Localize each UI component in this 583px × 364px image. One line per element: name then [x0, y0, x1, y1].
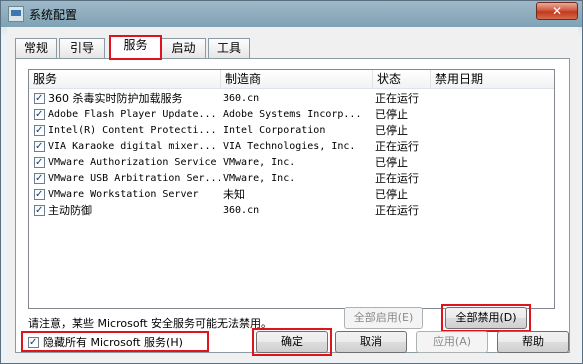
service-name: VMware Authorization Service — [48, 157, 217, 168]
service-name: Intel(R) Content Protecti... — [48, 125, 217, 136]
service-status: 正在运行 — [375, 92, 419, 105]
title-bar[interactable]: 系统配置 ✕ — [1, 1, 582, 27]
close-button[interactable]: ✕ — [536, 2, 578, 20]
tab-general[interactable]: 常规 — [15, 38, 57, 58]
service-checkbox[interactable] — [34, 123, 45, 139]
service-manufacturer: VIA Technologies, Inc. — [223, 141, 356, 152]
table-row[interactable]: 主动防御 360.cn 正在运行 — [29, 203, 554, 219]
service-status: 已停止 — [375, 188, 408, 201]
service-name: 主动防御 — [48, 204, 92, 217]
service-checkbox[interactable] — [34, 203, 45, 219]
help-button[interactable]: 帮助 — [497, 331, 569, 353]
service-checkbox[interactable] — [34, 139, 45, 155]
service-name: 360 杀毒实时防护加载服务 — [48, 92, 183, 105]
tab-services-highlight — [109, 35, 162, 60]
service-status: 已停止 — [375, 156, 408, 169]
table-row[interactable]: VMware USB Arbitration Ser... VMware, In… — [29, 171, 554, 187]
service-manufacturer: Intel Corporation — [223, 125, 326, 136]
table-row[interactable]: VIA Karaoke digital mixer... VIA Technol… — [29, 139, 554, 155]
ok-button-highlight — [252, 328, 332, 356]
table-row[interactable]: Intel(R) Content Protecti... Intel Corpo… — [29, 123, 554, 139]
apply-button[interactable]: 应用(A) — [416, 331, 488, 353]
window-title: 系统配置 — [29, 8, 78, 22]
system-config-icon — [8, 6, 24, 22]
table-row[interactable]: VMware Authorization Service VMware, Inc… — [29, 155, 554, 171]
table-row[interactable]: Adobe Flash Player Update... Adobe Syste… — [29, 107, 554, 123]
service-status: 正在运行 — [375, 140, 419, 153]
service-manufacturer: Adobe Systems Incorp... — [223, 109, 362, 120]
service-name: VMware USB Arbitration Ser... — [48, 173, 220, 184]
service-manufacturer: 360.cn — [223, 93, 260, 104]
enable-all-button[interactable]: 全部启用(E) — [344, 307, 423, 329]
service-status: 已停止 — [375, 124, 408, 137]
service-checkbox[interactable] — [34, 107, 45, 123]
service-status: 正在运行 — [375, 172, 419, 185]
service-status: 已停止 — [375, 108, 408, 121]
service-checkbox[interactable] — [34, 187, 45, 203]
hide-microsoft-highlight — [21, 331, 209, 352]
table-row[interactable]: VMware Workstation Server 未知 已停止 — [29, 187, 554, 203]
cancel-button[interactable]: 取消 — [335, 331, 407, 353]
system-config-window: 系统配置 ✕ 常规 引导 服务 启动 工具 服务 制造商 状态 禁用日期 360… — [0, 0, 583, 364]
service-checkbox[interactable] — [34, 155, 45, 171]
column-header-service[interactable]: 服务 — [29, 70, 221, 89]
service-checkbox[interactable] — [34, 171, 45, 187]
service-status: 正在运行 — [375, 204, 419, 217]
service-name: VMware Workstation Server — [48, 189, 199, 200]
dialog-body: 常规 引导 服务 启动 工具 服务 制造商 状态 禁用日期 360 杀毒实时防护… — [7, 27, 578, 359]
services-list: 服务 制造商 状态 禁用日期 360 杀毒实时防护加载服务 360.cn 正在运… — [28, 69, 555, 309]
service-name: Adobe Flash Player Update... — [48, 109, 217, 120]
column-header-manufacturer[interactable]: 制造商 — [221, 70, 373, 89]
service-checkbox[interactable] — [34, 91, 45, 107]
services-panel: 服务 制造商 状态 禁用日期 360 杀毒实时防护加载服务 360.cn 正在运… — [15, 58, 570, 353]
tab-tools[interactable]: 工具 — [208, 38, 250, 58]
security-note: 请注意，某些 Microsoft 安全服务可能无法禁用。 — [28, 317, 273, 330]
service-name: VIA Karaoke digital mixer... — [48, 141, 217, 152]
table-row[interactable]: 360 杀毒实时防护加载服务 360.cn 正在运行 — [29, 91, 554, 107]
service-manufacturer: VMware, Inc. — [223, 173, 296, 184]
service-manufacturer: VMware, Inc. — [223, 157, 296, 168]
column-header-disabled-date[interactable]: 禁用日期 — [431, 70, 554, 89]
service-manufacturer: 未知 — [223, 188, 245, 201]
service-manufacturer: 360.cn — [223, 205, 260, 216]
tab-boot[interactable]: 引导 — [59, 38, 105, 58]
disable-all-highlight — [441, 304, 531, 332]
tab-startup[interactable]: 启动 — [161, 38, 206, 58]
column-header-status[interactable]: 状态 — [373, 70, 431, 89]
